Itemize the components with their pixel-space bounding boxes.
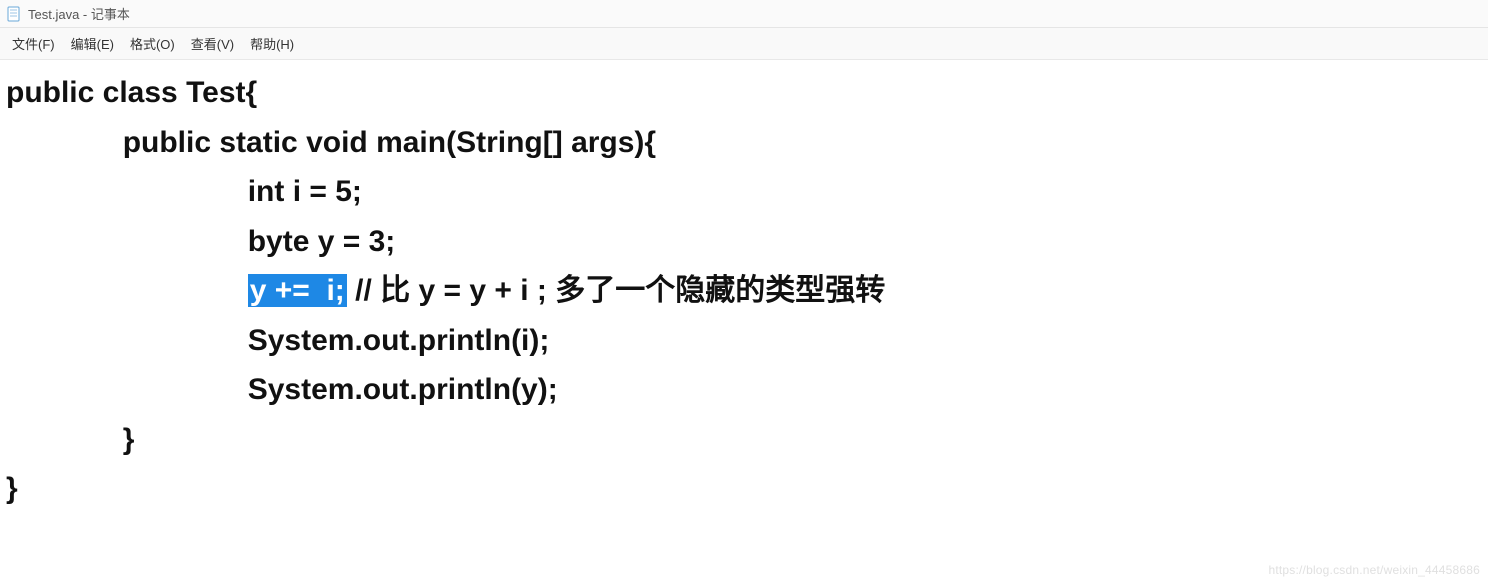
code-line-4: byte y = 3; [6, 217, 1482, 267]
window-title: Test.java - 记事本 [28, 4, 130, 23]
text-editor-area[interactable]: public class Test{ public static void ma… [0, 60, 1488, 522]
menu-format[interactable]: 格式(O) [124, 32, 181, 55]
menu-bar: 文件(F) 编辑(E) 格式(O) 查看(V) 帮助(H) [0, 28, 1488, 60]
menu-view[interactable]: 查看(V) [185, 32, 240, 55]
code-line-9: } [6, 464, 1482, 514]
selected-text: y += i; [248, 274, 347, 307]
code-line-5: y += i; // 比 y = y + i ; 多了一个隐藏的类型强转 [6, 266, 1482, 316]
menu-file[interactable]: 文件(F) [6, 32, 61, 55]
code-line-3: int i = 5; [6, 167, 1482, 217]
code-line-8: } [6, 415, 1482, 465]
menu-help[interactable]: 帮助(H) [244, 32, 300, 55]
code-line-1: public class Test{ [6, 68, 1482, 118]
menu-edit[interactable]: 编辑(E) [65, 32, 120, 55]
code-line-2: public static void main(String[] args){ [6, 118, 1482, 168]
code-line-6: System.out.println(i); [6, 316, 1482, 366]
watermark-text: https://blog.csdn.net/weixin_44458686 [1268, 563, 1480, 577]
code-line-7: System.out.println(y); [6, 365, 1482, 415]
title-bar: Test.java - 记事本 [0, 0, 1488, 28]
notepad-icon [6, 6, 22, 22]
